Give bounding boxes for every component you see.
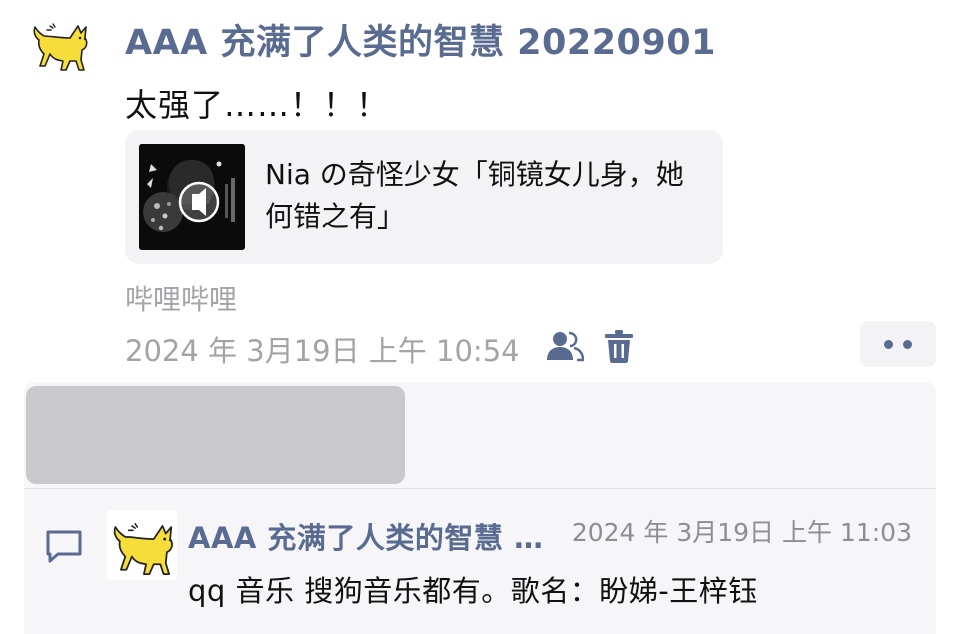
comment-avatar[interactable]	[107, 510, 177, 580]
more-dots-icon	[884, 340, 893, 349]
yellow-cat-icon	[107, 510, 177, 580]
yellow-cat-icon	[30, 18, 94, 78]
comment-time: 2024 年 3月19日 上午 11:03	[571, 518, 912, 547]
more-dots-icon	[903, 340, 912, 349]
trash-icon[interactable]	[604, 329, 634, 363]
shared-link-card[interactable]: Nia の奇怪少女「铜镜女儿身，她何错之有」	[125, 130, 723, 264]
redacted-likes-area	[26, 386, 405, 484]
source-label[interactable]: 哔哩哔哩	[125, 278, 237, 318]
post-timestamp: 2024 年 3月19日 上午 10:54	[125, 334, 520, 368]
divider	[24, 488, 936, 489]
more-button[interactable]	[860, 321, 936, 367]
comments-section: AAA 充满了人类的智慧 20220901 2024 年 3月19日 上午 11…	[24, 382, 936, 634]
album-cover-play-icon	[139, 144, 245, 250]
comment-text[interactable]: qq 音乐 搜狗音乐都有。歌名：盼娣-王梓钰	[188, 568, 758, 610]
link-title: Nia の奇怪少女「铜镜女儿身，她何错之有」	[265, 158, 684, 233]
person-icon[interactable]	[546, 330, 585, 362]
link-thumbnail	[139, 144, 245, 250]
post-text: 太强了……！！！	[125, 86, 390, 124]
comment-bubble-icon	[44, 528, 84, 564]
author-avatar[interactable]	[30, 18, 94, 78]
author-name[interactable]: AAA 充满了人类的智慧 20220901	[125, 14, 716, 65]
comment-author[interactable]: AAA 充满了人类的智慧 20220901	[188, 515, 548, 557]
